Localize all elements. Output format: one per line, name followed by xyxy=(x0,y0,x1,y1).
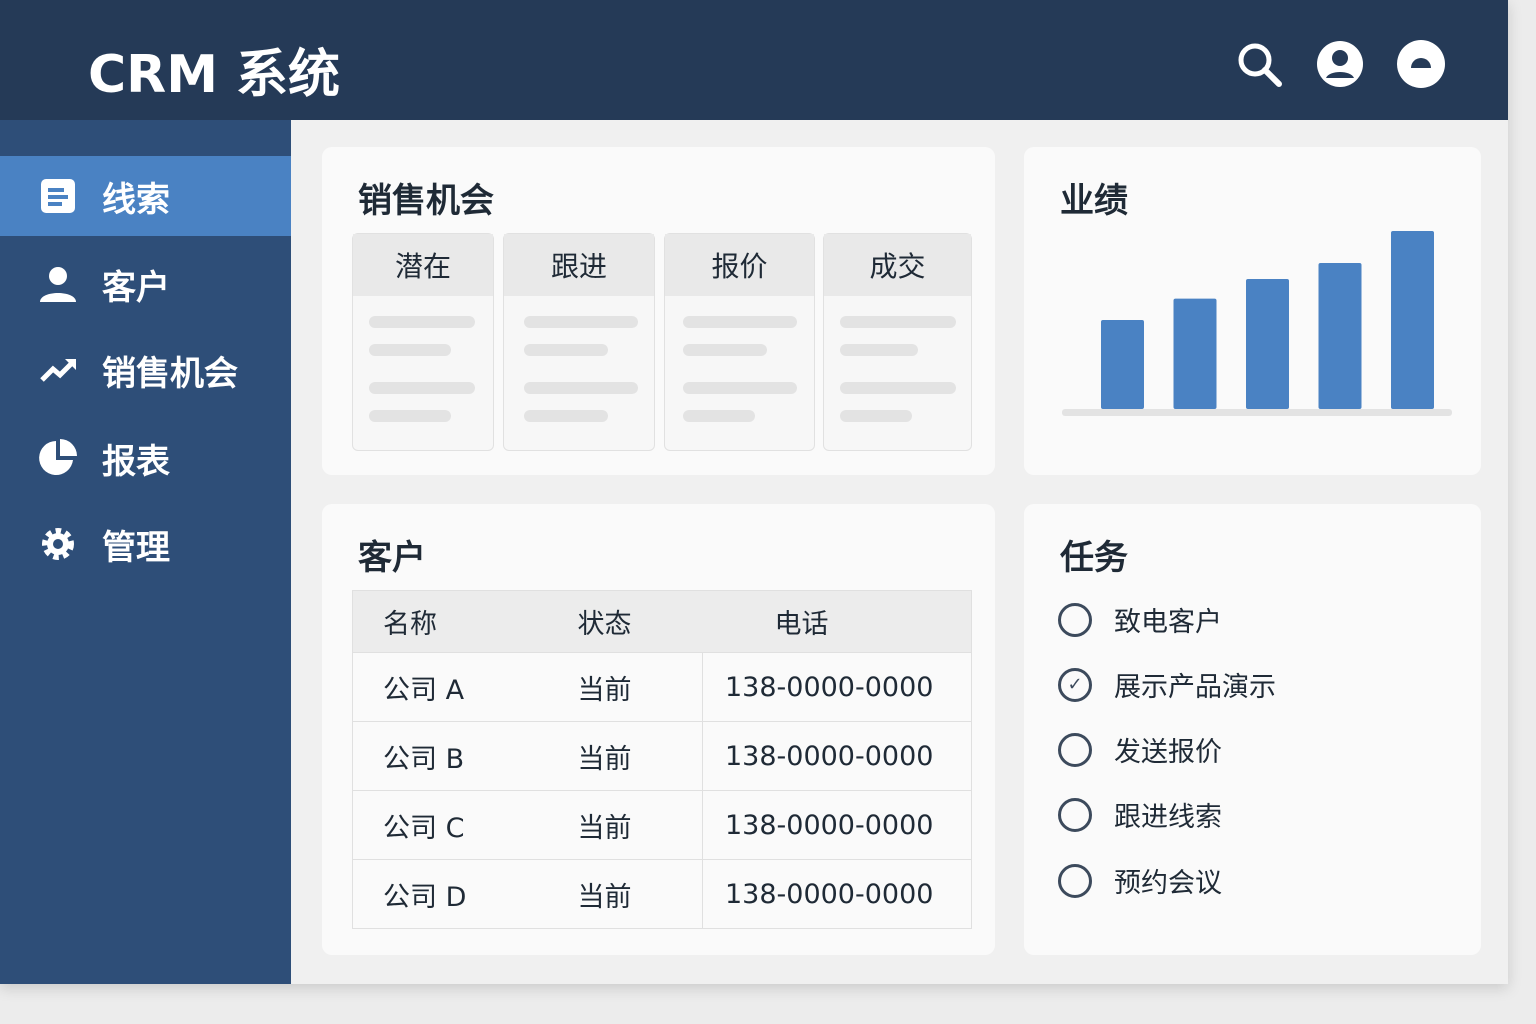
pipeline-column[interactable]: 报价 xyxy=(664,233,815,451)
checked-checkbox-icon[interactable]: ✓ xyxy=(1058,667,1092,702)
trend-icon xyxy=(40,359,76,382)
bar[interactable] xyxy=(1173,298,1217,409)
pipeline-column[interactable]: 跟进 xyxy=(503,233,655,451)
checkbox-icon[interactable] xyxy=(1058,797,1092,832)
checkbox-icon[interactable] xyxy=(1058,863,1092,898)
customers-card: 客户 名称 状态 电话 公司 A 当前 138-0000-0000 公司 B 当前 138-… xyxy=(322,504,995,955)
task-label: 预约会议 xyxy=(1114,868,1222,899)
table-row[interactable]: 公司 D 当前 138-0000-0000 xyxy=(352,859,972,929)
profile-menu-icon[interactable] xyxy=(1397,40,1445,88)
document-icon xyxy=(41,179,75,213)
pipeline-column[interactable]: 潜在 xyxy=(352,233,494,451)
gear-icon xyxy=(42,528,74,560)
cell-status: 当前 xyxy=(547,721,703,791)
task-item[interactable]: 发送报价 xyxy=(1058,730,1222,769)
checkbox-icon[interactable] xyxy=(1058,732,1092,767)
cell-name: 公司 B xyxy=(352,721,548,791)
task-item[interactable]: 致电客户 xyxy=(1058,600,1222,639)
sidebar-item-opportunities[interactable]: 销售机会 xyxy=(0,330,291,410)
sidebar-item-admin[interactable]: 管理 xyxy=(0,504,291,584)
bar[interactable] xyxy=(1391,231,1434,409)
customers-table: 名称 状态 电话 公司 A 当前 138-0000-0000 公司 B 当前 138-000… xyxy=(352,590,972,929)
pipeline-column[interactable]: 成交 xyxy=(823,233,972,451)
search-icon[interactable] xyxy=(1235,40,1283,88)
cell-name: 公司 A xyxy=(352,652,548,722)
performance-card: 业绩 xyxy=(1024,147,1481,475)
cell-status: 当前 xyxy=(547,790,703,860)
app-window: CRM 系统 线索 客户 销售机会 报表 管理 销售机会 潜在 跟进 报价 成交… xyxy=(0,0,1508,984)
card-title: 任务 xyxy=(1060,538,1128,578)
table-row[interactable]: 公司 C 当前 138-0000-0000 xyxy=(352,790,972,860)
cell-name: 公司 C xyxy=(352,790,548,860)
task-item[interactable]: 预约会议 xyxy=(1058,861,1222,900)
card-title: 销售机会 xyxy=(358,181,494,221)
bar[interactable] xyxy=(1246,279,1289,409)
sidebar-item-leads[interactable]: 线索 xyxy=(0,156,291,236)
task-item[interactable]: 跟进线索 xyxy=(1058,795,1222,834)
sidebar-item-label: 报表 xyxy=(102,441,170,482)
task-label: 展示产品演示 xyxy=(1114,672,1276,703)
sidebar-item-label: 线索 xyxy=(102,179,170,220)
x-axis xyxy=(1062,409,1452,416)
task-label: 跟进线索 xyxy=(1114,802,1222,833)
task-label: 致电客户 xyxy=(1114,607,1222,638)
column-header: 成交 xyxy=(824,234,971,296)
sidebar-item-customers[interactable]: 客户 xyxy=(0,244,291,324)
bar[interactable] xyxy=(1318,263,1362,409)
column-header: 报价 xyxy=(665,234,814,296)
sidebar-item-label: 客户 xyxy=(102,267,170,308)
column-header[interactable]: 名称 xyxy=(352,590,548,653)
tasks-card: 任务 致电客户 ✓ 展示产品演示 发送报价 跟进线索 预约会议 xyxy=(1024,504,1481,955)
task-item[interactable]: ✓ 展示产品演示 xyxy=(1058,665,1276,704)
sidebar-item-label: 销售机会 xyxy=(102,353,238,394)
table-row[interactable]: 公司 A 当前 138-0000-0000 xyxy=(352,652,972,722)
column-header: 跟进 xyxy=(504,234,654,296)
column-header: 潜在 xyxy=(353,234,493,296)
sidebar: 线索 客户 销售机会 报表 管理 xyxy=(0,120,291,984)
sidebar-item-label: 管理 xyxy=(102,527,170,568)
column-header[interactable]: 状态 xyxy=(547,590,703,653)
opportunities-card: 销售机会 潜在 跟进 报价 成交 xyxy=(322,147,995,475)
table-row[interactable]: 公司 B 当前 138-0000-0000 xyxy=(352,721,972,791)
checkbox-icon[interactable] xyxy=(1058,602,1092,637)
cell-status: 当前 xyxy=(547,652,703,722)
performance-bar-chart xyxy=(1062,231,1452,416)
cell-phone: 138-0000-0000 xyxy=(702,721,972,791)
bar[interactable] xyxy=(1101,320,1144,409)
cell-phone: 138-0000-0000 xyxy=(702,652,972,722)
cell-phone: 138-0000-0000 xyxy=(702,859,972,929)
header: CRM 系统 xyxy=(0,0,1508,120)
sidebar-item-reports[interactable]: 报表 xyxy=(0,418,291,498)
card-title: 客户 xyxy=(358,538,426,578)
user-icon xyxy=(40,267,76,302)
cell-phone: 138-0000-0000 xyxy=(702,790,972,860)
cell-name: 公司 D xyxy=(352,859,548,929)
column-header[interactable]: 电话 xyxy=(702,590,972,653)
cell-status: 当前 xyxy=(547,859,703,929)
user-account-icon[interactable] xyxy=(1316,40,1364,88)
pie-chart-icon xyxy=(39,439,77,475)
task-label: 发送报价 xyxy=(1114,737,1222,768)
app-title: CRM 系统 xyxy=(88,45,341,105)
